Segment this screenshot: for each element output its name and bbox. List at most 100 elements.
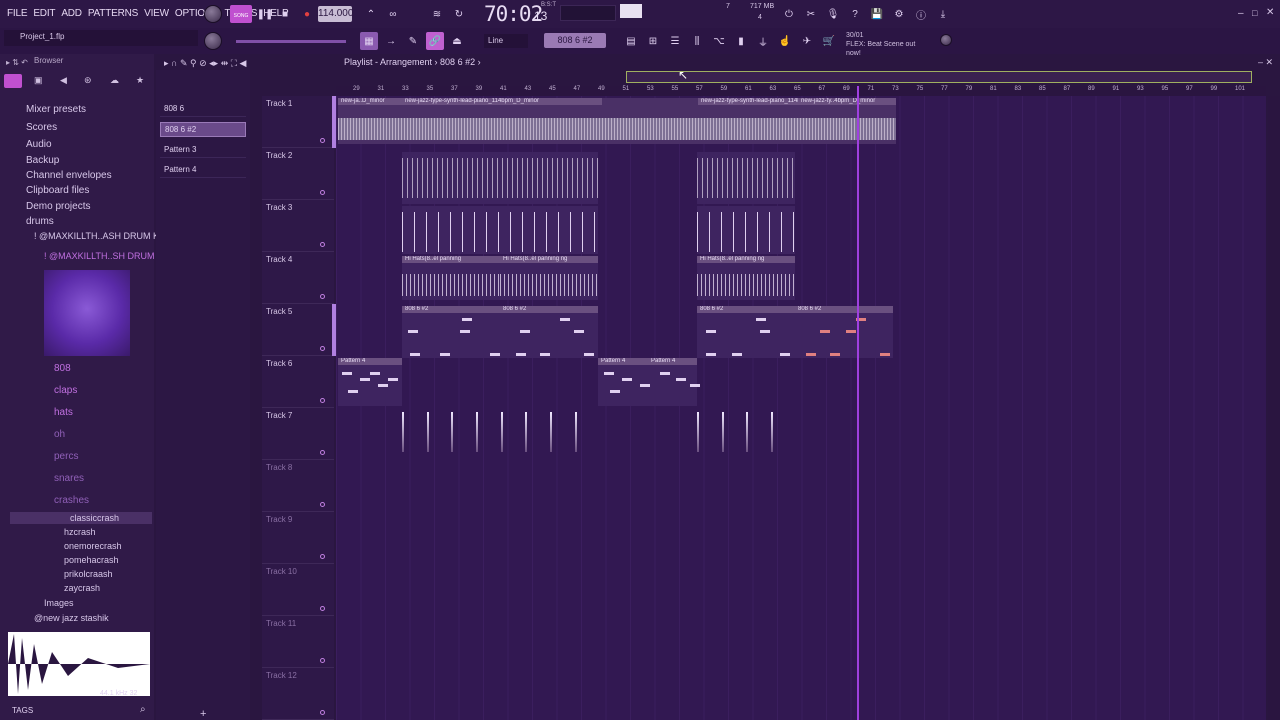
track-label[interactable]: Track 9 <box>266 515 292 524</box>
clip-track-2-b[interactable] <box>697 152 795 204</box>
track-mute-icon[interactable] <box>320 138 325 143</box>
browser-icon[interactable]: ⌥ <box>710 32 728 50</box>
pattern-clip-4-c[interactable]: Pattern 4 <box>648 358 697 406</box>
track-mute-icon[interactable] <box>320 242 325 247</box>
playlist-overview[interactable] <box>626 71 1252 83</box>
track-mute-icon[interactable] <box>320 398 325 403</box>
browser-item[interactable]: drums <box>26 216 54 227</box>
search-icon[interactable]: ⌕ <box>140 704 146 715</box>
record-button[interactable]: ● <box>298 5 316 23</box>
track-label[interactable]: Track 6 <box>266 359 292 368</box>
undo-icon[interactable]: ⏻ <box>780 5 798 23</box>
browser-tab-plugins-icon[interactable]: ◀ <box>60 75 67 86</box>
browser-item[interactable]: pomehacrash <box>64 555 119 565</box>
browser-item[interactable]: hzcrash <box>64 527 96 537</box>
add-pattern-icon[interactable]: + <box>200 708 206 720</box>
browser-item[interactable]: claps <box>54 385 77 396</box>
picker-item-selected[interactable]: 808 6 #2 <box>160 122 246 137</box>
track-label[interactable]: Track 12 <box>266 671 297 680</box>
browser-item[interactable]: percs <box>54 451 78 462</box>
browser-item[interactable]: Scores <box>26 122 57 133</box>
pattern-clip-808-d[interactable]: 808 6 #2 <box>795 306 893 358</box>
automation-clip-track-4-a[interactable]: Hi Hats(8..el panning <box>402 256 500 300</box>
browser-item[interactable]: hats <box>54 407 73 418</box>
pattern-selector[interactable]: 808 6 #2 <box>544 33 606 48</box>
maximize-button[interactable]: □ <box>1252 8 1257 18</box>
playlist-snap-icon[interactable]: ▦ <box>360 32 378 50</box>
wait-icon[interactable]: ∞ <box>384 5 402 23</box>
browser-tab-files-icon[interactable]: ▣ <box>34 75 43 86</box>
loop-record-icon[interactable]: ↻ <box>450 5 468 23</box>
browser-item[interactable]: Clipboard files <box>26 185 89 196</box>
track-label[interactable]: Track 3 <box>266 203 292 212</box>
browser-item[interactable]: zaycrash <box>64 583 100 593</box>
picker-item[interactable]: 808 6 <box>160 102 246 117</box>
vertical-scrollbar[interactable] <box>1268 96 1280 720</box>
browser-item[interactable]: ! @MAXKILLTH..ASH DRUM KIT <box>34 231 167 241</box>
browser-item[interactable]: Channel envelopes <box>26 170 112 181</box>
pause-button[interactable]: ❚❚ <box>256 5 274 23</box>
master-pitch-knob[interactable] <box>204 32 222 50</box>
minimize-button[interactable]: – <box>1238 8 1244 19</box>
browser-item[interactable]: prikolcraash <box>64 569 113 579</box>
snap-select[interactable]: Line <box>484 34 528 48</box>
menu-patterns[interactable]: PATTERNS <box>85 8 141 19</box>
track-mute-icon[interactable] <box>320 502 325 507</box>
master-volume-knob[interactable] <box>204 5 222 23</box>
menu-edit[interactable]: EDIT <box>30 8 58 19</box>
pattern-clip-4-a[interactable]: Pattern 4 <box>338 358 402 406</box>
track-label[interactable]: Track 1 <box>266 99 292 108</box>
playlist-toolbar-icons[interactable]: ▸ ∩ ✎ ⚲ ⊘ ◂▸ ⇹ ⛶ ◀ <box>164 58 246 69</box>
menu-file[interactable]: FILE <box>4 8 30 19</box>
news-globe-icon[interactable] <box>940 34 952 46</box>
browser-item[interactable]: Backup <box>26 155 59 166</box>
picker-item[interactable]: Pattern 4 <box>160 163 246 178</box>
pattern-clip-4-b[interactable]: Pattern 4 <box>598 358 648 406</box>
track-mute-icon[interactable] <box>320 294 325 299</box>
news-panel[interactable]: 30/01 FLEX: Beat Scene out now! <box>846 31 928 58</box>
close-button[interactable]: ✕ <box>1266 7 1274 18</box>
link-icon[interactable]: 🔗 <box>426 32 444 50</box>
clip-track-2-a[interactable] <box>402 152 598 204</box>
mixer-icon[interactable]: ⫼ <box>688 32 706 50</box>
master-slider[interactable] <box>236 40 346 43</box>
playlist-icon[interactable]: ▤ <box>622 32 640 50</box>
tempo-display[interactable]: 114.000 <box>318 6 353 22</box>
bird-icon[interactable]: ✈ <box>798 32 816 50</box>
track-mute-icon[interactable] <box>320 346 325 351</box>
draw-icon[interactable]: ✎ <box>404 32 422 50</box>
arrow-icon[interactable]: → <box>382 32 400 50</box>
download-icon[interactable]: ⤓ <box>934 5 952 23</box>
browser-item[interactable]: ! @MAXKILLTH..SH DRUM KIT <box>44 251 171 261</box>
browser-item[interactable]: Images <box>44 598 74 608</box>
browser-item[interactable]: oh <box>54 429 65 440</box>
browser-item[interactable]: onemorecrash <box>64 541 122 551</box>
track-mute-icon[interactable] <box>320 554 325 559</box>
stop-button[interactable]: ■ <box>276 5 294 23</box>
save-icon[interactable]: 💾 <box>868 5 886 23</box>
countdown-icon[interactable]: ≋ <box>428 5 446 23</box>
picker-item[interactable]: Pattern 3 <box>160 143 246 158</box>
automation-clip-track-4-c[interactable]: Hi Hats(8..el panning ng <box>697 256 795 300</box>
browser-item[interactable]: Demo projects <box>26 201 90 212</box>
browser-item[interactable]: Mixer presets <box>26 104 86 115</box>
browser-item[interactable]: classiccrash <box>70 513 119 523</box>
track-mute-icon[interactable] <box>320 450 325 455</box>
song-mode-toggle[interactable]: SONG <box>230 5 252 23</box>
mic-icon[interactable]: 🎙 <box>824 5 842 23</box>
track-label[interactable]: Track 2 <box>266 151 292 160</box>
clip-track-3-b[interactable] <box>697 206 795 254</box>
track-label[interactable]: Track 11 <box>266 619 296 628</box>
plugin-db-icon[interactable]: ▮ <box>732 32 750 50</box>
time-ruler[interactable]: 29 31 33 35 37 39 41 43 45 47 49 51 53 55 57 59 61 63 65 67… <box>336 86 1266 96</box>
browser-item[interactable]: 808 <box>54 363 71 374</box>
channel-rack-icon[interactable]: ☰ <box>666 32 684 50</box>
clip-track-3-a[interactable] <box>402 206 598 254</box>
track-label[interactable]: Track 10 <box>266 567 297 576</box>
browser-item[interactable]: snares <box>54 473 84 484</box>
playlist-window-controls[interactable]: – ✕ <box>1258 57 1273 68</box>
audio-clip-track-1[interactable]: new-ja..D_minor new-jazz-type-synth-lead… <box>338 98 896 144</box>
track-mute-icon[interactable] <box>320 658 325 663</box>
track-label[interactable]: Track 8 <box>266 463 292 472</box>
browser-tab-cloud-icon[interactable]: ☁ <box>110 75 119 86</box>
